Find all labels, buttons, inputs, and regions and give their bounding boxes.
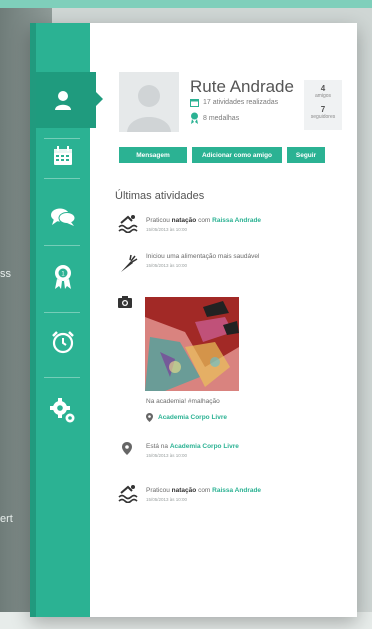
sidebar-divider — [44, 178, 80, 179]
activity-text: Praticou natação com Raissa Andrade — [146, 487, 262, 494]
alarm-clock-icon — [52, 331, 74, 354]
location-pin-icon — [146, 413, 153, 422]
activity-link[interactable]: Raissa Andrade — [212, 487, 261, 494]
activity-timestamp: 15/05/2013 às 10:00 — [146, 227, 188, 232]
activity-text: Está na Academia Corpo Livre — [146, 443, 239, 450]
camera-icon — [118, 296, 132, 308]
activity-link[interactable]: Academia Corpo Livre — [170, 443, 239, 450]
activity-text: Praticou natação com Raissa Andrade — [146, 217, 262, 224]
sidebar-divider — [44, 245, 80, 246]
location-pin-icon — [122, 442, 132, 455]
message-button[interactable]: Mensagem — [119, 147, 187, 163]
profile-name: Rute Andrade — [190, 77, 294, 96]
sidebar-divider — [44, 138, 80, 139]
medal-icon — [190, 112, 199, 124]
sidebar-item-profile[interactable] — [36, 84, 90, 116]
activity-text: Iniciou uma alimentação mais saudável — [146, 253, 260, 260]
friends-count: 4 — [320, 84, 326, 93]
chat-icon — [51, 208, 76, 226]
background-text-fragment: ss — [0, 268, 11, 280]
activity-link[interactable]: Raissa Andrade — [212, 217, 261, 224]
followers-count: 7 — [320, 105, 326, 114]
medals-count: 8 medalhas — [203, 114, 240, 122]
user-icon — [55, 91, 71, 110]
calendar-icon — [190, 98, 199, 107]
friends-followers-box[interactable]: 4 amigos 7 seguidores — [304, 80, 342, 130]
swimming-icon — [118, 215, 138, 233]
sidebar-divider — [44, 377, 80, 378]
swimming-icon — [118, 485, 138, 503]
medals-count-row: 8 medalhas — [190, 112, 239, 124]
sidebar-item-achievements[interactable]: 1 — [36, 262, 90, 292]
add-friend-button[interactable]: Adicionar como amigo — [192, 147, 282, 163]
sidebar-item-reminders[interactable] — [36, 328, 90, 356]
photo-location[interactable]: Academia Corpo Livre — [146, 413, 227, 422]
photo-caption: Na academia! #malhação — [146, 398, 220, 405]
location-link[interactable]: Academia Corpo Livre — [158, 414, 227, 421]
friends-label: amigos — [314, 93, 332, 99]
activity-timestamp: 15/05/2013 às 10:00 — [146, 453, 188, 458]
avatar — [119, 72, 179, 132]
feed-title: Últimas atividades — [115, 190, 205, 202]
activities-count: 17 atividades realizadas — [203, 99, 279, 106]
followers-label: seguidores — [310, 114, 336, 120]
settings-icon — [50, 398, 75, 423]
medal-icon: 1 — [55, 265, 71, 289]
sidebar-divider — [44, 312, 80, 313]
activities-count-row: 17 atividades realizadas — [190, 98, 278, 107]
follow-button[interactable]: Seguir — [287, 147, 325, 163]
activity-photo[interactable] — [145, 297, 239, 391]
sidebar-item-settings[interactable] — [36, 396, 90, 426]
activity-timestamp: 15/05/2013 às 10:00 — [146, 497, 188, 502]
sidebar-item-messages[interactable] — [36, 202, 90, 232]
carrot-icon — [121, 254, 138, 272]
background-text-fragment: ert — [0, 513, 13, 525]
sidebar-item-calendar[interactable] — [36, 143, 90, 169]
calendar-icon — [54, 146, 72, 165]
activity-timestamp: 15/05/2013 às 10:00 — [146, 263, 188, 268]
background-top-bar — [0, 0, 372, 8]
